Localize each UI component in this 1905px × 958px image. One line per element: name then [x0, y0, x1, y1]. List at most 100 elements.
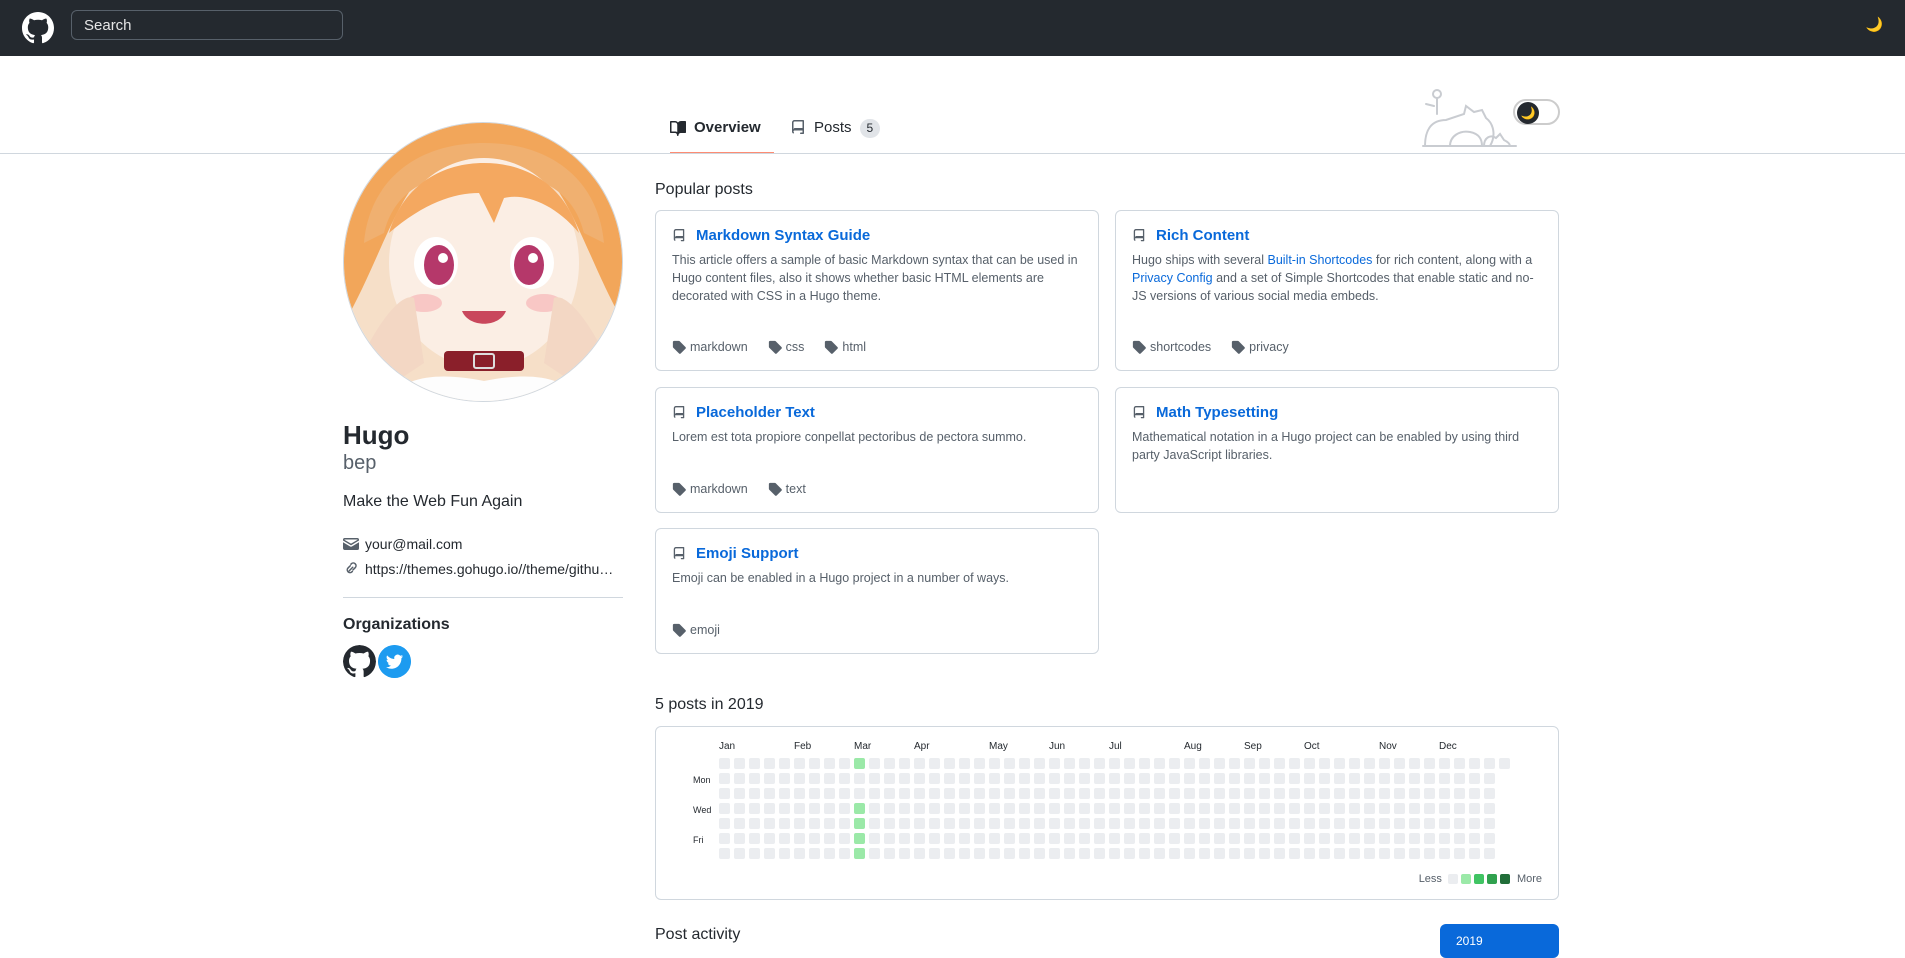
calendar-day[interactable] [1199, 803, 1210, 814]
tag[interactable]: emoji [672, 623, 720, 637]
calendar-day[interactable] [899, 818, 910, 829]
calendar-day[interactable] [1304, 773, 1315, 784]
calendar-day[interactable] [1064, 758, 1075, 769]
built-in-shortcodes-link[interactable]: Built-in Shortcodes [1267, 253, 1372, 267]
calendar-day[interactable] [1169, 833, 1180, 844]
calendar-day[interactable] [1499, 758, 1510, 769]
calendar-day[interactable] [1469, 803, 1480, 814]
calendar-day[interactable] [1229, 833, 1240, 844]
calendar-day[interactable] [1259, 773, 1270, 784]
calendar-day[interactable] [959, 788, 970, 799]
calendar-day[interactable] [1259, 758, 1270, 769]
calendar-day[interactable] [1244, 833, 1255, 844]
calendar-day[interactable] [1394, 833, 1405, 844]
calendar-day[interactable] [1169, 773, 1180, 784]
calendar-day[interactable] [779, 818, 790, 829]
calendar-day[interactable] [1454, 758, 1465, 769]
calendar-day[interactable] [1214, 788, 1225, 799]
calendar-day[interactable] [809, 833, 820, 844]
calendar-day[interactable] [914, 833, 925, 844]
calendar-day[interactable] [1274, 758, 1285, 769]
calendar-day[interactable] [1229, 848, 1240, 859]
tag[interactable]: html [824, 340, 866, 354]
calendar-day[interactable] [1124, 788, 1135, 799]
moon-icon[interactable]: 🌙 [1866, 16, 1883, 33]
calendar-day[interactable] [1049, 818, 1060, 829]
calendar-day[interactable] [824, 848, 835, 859]
calendar-day[interactable] [929, 803, 940, 814]
calendar-day[interactable] [1169, 848, 1180, 859]
post-title-link[interactable]: Markdown Syntax Guide [696, 227, 870, 244]
calendar-day[interactable] [1289, 758, 1300, 769]
calendar-day[interactable] [1439, 848, 1450, 859]
calendar-day[interactable] [1274, 803, 1285, 814]
calendar-day[interactable] [1079, 833, 1090, 844]
calendar-day[interactable] [1139, 773, 1150, 784]
calendar-day[interactable] [1364, 788, 1375, 799]
calendar-day[interactable] [764, 758, 775, 769]
calendar-day[interactable] [1064, 803, 1075, 814]
calendar-day[interactable] [719, 833, 730, 844]
calendar-day[interactable] [1169, 803, 1180, 814]
calendar-day[interactable] [1004, 758, 1015, 769]
calendar-day[interactable] [854, 848, 865, 859]
calendar-day[interactable] [974, 848, 985, 859]
calendar-day[interactable] [899, 803, 910, 814]
calendar-day[interactable] [1124, 818, 1135, 829]
tag[interactable]: markdown [672, 482, 748, 496]
calendar-day[interactable] [1109, 818, 1120, 829]
calendar-day[interactable] [884, 818, 895, 829]
calendar-day[interactable] [1244, 818, 1255, 829]
calendar-day[interactable] [1364, 833, 1375, 844]
calendar-day[interactable] [719, 803, 730, 814]
calendar-day[interactable] [1184, 773, 1195, 784]
calendar-day[interactable] [824, 773, 835, 784]
calendar-day[interactable] [779, 788, 790, 799]
calendar-day[interactable] [1409, 833, 1420, 844]
calendar-day[interactable] [809, 818, 820, 829]
calendar-day[interactable] [1064, 833, 1075, 844]
calendar-day[interactable] [1334, 758, 1345, 769]
calendar-day[interactable] [734, 788, 745, 799]
calendar-day[interactable] [929, 773, 940, 784]
calendar-day[interactable] [1214, 848, 1225, 859]
calendar-day[interactable] [1094, 788, 1105, 799]
calendar-day[interactable] [1349, 818, 1360, 829]
calendar-day[interactable] [1454, 818, 1465, 829]
calendar-day[interactable] [1259, 788, 1270, 799]
calendar-day[interactable] [1019, 773, 1030, 784]
calendar-day[interactable] [869, 803, 880, 814]
calendar-day[interactable] [959, 773, 970, 784]
calendar-day[interactable] [929, 818, 940, 829]
calendar-day[interactable] [794, 803, 805, 814]
calendar-day[interactable] [989, 773, 1000, 784]
calendar-day[interactable] [1004, 818, 1015, 829]
calendar-day[interactable] [719, 758, 730, 769]
calendar-day[interactable] [1469, 788, 1480, 799]
calendar-day[interactable] [719, 773, 730, 784]
calendar-day[interactable] [1184, 803, 1195, 814]
calendar-day[interactable] [974, 758, 985, 769]
calendar-day[interactable] [1004, 803, 1015, 814]
calendar-day[interactable] [1124, 833, 1135, 844]
calendar-day[interactable] [989, 848, 1000, 859]
calendar-day[interactable] [1259, 818, 1270, 829]
calendar-day[interactable] [734, 803, 745, 814]
calendar-day[interactable] [809, 773, 820, 784]
calendar-day[interactable] [1334, 773, 1345, 784]
calendar-day[interactable] [1349, 758, 1360, 769]
calendar-day[interactable] [1259, 803, 1270, 814]
calendar-day[interactable] [1109, 758, 1120, 769]
calendar-day[interactable] [1244, 788, 1255, 799]
calendar-day[interactable] [1019, 833, 1030, 844]
calendar-day[interactable] [1484, 848, 1495, 859]
calendar-day[interactable] [1274, 788, 1285, 799]
calendar-day[interactable] [869, 788, 880, 799]
calendar-day[interactable] [764, 833, 775, 844]
calendar-day[interactable] [824, 818, 835, 829]
calendar-day[interactable] [1379, 833, 1390, 844]
calendar-day[interactable] [929, 788, 940, 799]
calendar-day[interactable] [749, 773, 760, 784]
calendar-day[interactable] [1079, 818, 1090, 829]
calendar-day[interactable] [1079, 788, 1090, 799]
